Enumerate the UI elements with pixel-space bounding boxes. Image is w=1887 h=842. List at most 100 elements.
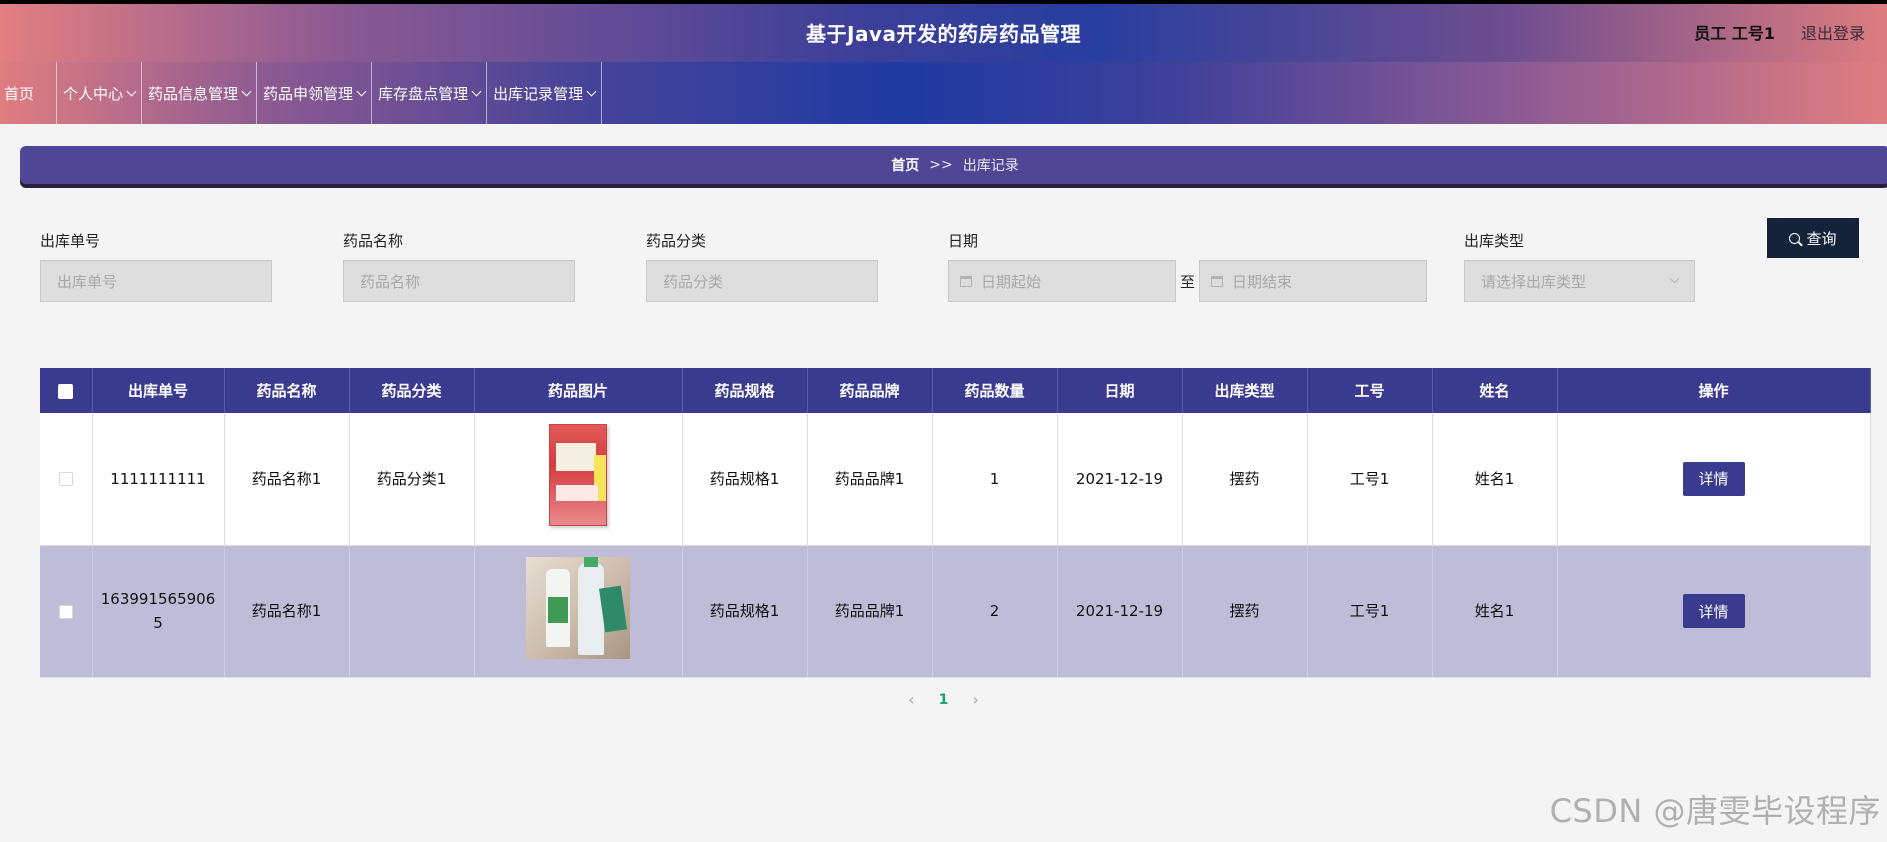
cell-spec: 药品规格1 (682, 413, 808, 546)
detail-button[interactable]: 详情 (1682, 461, 1745, 496)
filter-label: 日期 (948, 232, 979, 250)
date-start-placeholder: 日期起始 (981, 272, 1042, 291)
column-header: 出库单号 (92, 368, 225, 413)
cell-name: 姓名1 (1432, 545, 1558, 678)
nav-label: 库存盘点管理 (378, 84, 469, 103)
row-select-cell[interactable] (40, 545, 93, 678)
date-end-placeholder: 日期结束 (1232, 272, 1293, 291)
cell-date: 2021-12-19 (1057, 413, 1183, 546)
cell-type: 摆药 (1182, 545, 1308, 678)
cell-order-no: 1111111111 (92, 413, 225, 546)
user-area: 员工 工号1 退出登录 (1694, 20, 1865, 44)
date-range-separator: 至 (1180, 272, 1196, 291)
column-header: 出库类型 (1182, 368, 1308, 413)
cell-emp-no: 工号1 (1307, 413, 1433, 546)
cell-drug-name: 药品名称1 (224, 413, 350, 546)
chevron-down-icon (471, 86, 482, 96)
column-header: 日期 (1057, 368, 1183, 413)
column-header: 药品图片 (474, 368, 683, 413)
filter-order-no: 出库单号 出库单号 (40, 230, 272, 302)
outbound-records-table: 出库单号 药品名称 药品分类 药品图片 药品规格 药品品牌 药品数量 日期 出库… (40, 368, 1871, 678)
user-label: 员工 工号1 (1694, 24, 1775, 43)
nav-drug-requisition[interactable]: 药品申领管理 (257, 62, 373, 124)
column-header: 姓名 (1432, 368, 1558, 413)
column-header: 工号 (1307, 368, 1433, 413)
main-nav: 首页 个人中心 药品信息管理 药品申领管理 库存盘点管理 出库记录管理 (0, 62, 1887, 124)
logout-link[interactable]: 退出登录 (1801, 20, 1865, 44)
drug-image (526, 556, 630, 659)
nav-label: 药品申领管理 (263, 84, 354, 103)
cell-name: 姓名1 (1432, 413, 1558, 546)
drug-name-input[interactable]: 药品名称 (343, 260, 575, 302)
pagination-prev-icon[interactable]: ‹ (908, 690, 914, 709)
filter-label: 出库类型 (1464, 232, 1525, 250)
chevron-down-icon (1669, 273, 1680, 284)
table-header-row: 出库单号 药品名称 药品分类 药品图片 药品规格 药品品牌 药品数量 日期 出库… (40, 368, 1871, 413)
filter-label: 出库单号 (40, 232, 101, 250)
outbound-type-select[interactable]: 请选择出库类型 (1464, 260, 1695, 302)
cell-brand: 药品品牌1 (807, 413, 933, 546)
table-row: 1111111111 药品名称1 药品分类1 药品规格1 药品品牌1 1 202… (40, 413, 1871, 546)
row-checkbox[interactable] (58, 472, 73, 487)
date-end-input[interactable]: 日期结束 (1199, 260, 1428, 302)
cell-qty: 2 (932, 545, 1058, 678)
row-select-cell[interactable] (40, 413, 93, 546)
row-checkbox[interactable] (58, 604, 73, 619)
filter-label: 药品分类 (646, 232, 707, 250)
detail-button[interactable]: 详情 (1682, 594, 1745, 628)
chevron-down-icon (241, 86, 252, 96)
cell-category (349, 545, 475, 678)
order-no-input[interactable]: 出库单号 (40, 260, 272, 302)
date-start-input[interactable]: 日期起始 (948, 260, 1176, 302)
page: 基于Java开发的药房药品管理 员工 工号1 退出登录 首页 个人中心 药品信息… (0, 0, 1887, 842)
breadcrumb: 首页 >> 出库记录 (20, 146, 1887, 184)
breadcrumb-separator: >> (929, 157, 953, 173)
nav-drug-info[interactable]: 药品信息管理 (142, 62, 258, 124)
pagination: ‹ 1 › (0, 690, 1887, 709)
column-header: 药品规格 (682, 368, 808, 413)
select-all-cell[interactable] (40, 368, 93, 413)
cell-action: 详情 (1557, 413, 1871, 546)
nav-inventory-check[interactable]: 库存盘点管理 (372, 62, 488, 124)
chevron-down-icon (356, 86, 367, 96)
cell-category: 药品分类1 (349, 413, 475, 546)
cell-brand: 药品品牌1 (807, 545, 933, 678)
cell-image (474, 413, 683, 546)
calendar-icon (1211, 276, 1224, 287)
cell-action: 详情 (1557, 545, 1871, 678)
nav-home-label: 首页 (4, 84, 35, 103)
chevron-down-icon (126, 86, 137, 96)
cell-image (474, 545, 683, 678)
column-header: 药品分类 (349, 368, 475, 413)
cell-spec: 药品规格1 (682, 545, 808, 678)
top-header: 基于Java开发的药房药品管理 员工 工号1 退出登录 (0, 0, 1887, 62)
cell-emp-no: 工号1 (1307, 545, 1433, 678)
breadcrumb-current: 出库记录 (962, 158, 1019, 174)
column-header: 操作 (1557, 368, 1871, 413)
filter-drug-category: 药品分类 药品分类 (646, 230, 878, 302)
filter-label: 药品名称 (343, 232, 404, 250)
filter-date: 日期 日期起始 至 日期结束 (948, 230, 1428, 302)
search-button-label: 查询 (1806, 230, 1837, 248)
pagination-page[interactable]: 1 (939, 692, 949, 708)
breadcrumb-home[interactable]: 首页 (891, 155, 919, 175)
column-header: 药品名称 (224, 368, 350, 413)
chevron-down-icon (586, 86, 597, 96)
nav-outbound-records[interactable]: 出库记录管理 (487, 62, 603, 124)
nav-personal-center[interactable]: 个人中心 (57, 62, 143, 124)
filter-outbound-type: 出库类型 请选择出库类型 (1464, 230, 1695, 302)
cell-drug-name: 药品名称1 (224, 545, 350, 678)
drug-image (549, 424, 607, 527)
search-icon (1789, 232, 1801, 244)
pagination-next-icon[interactable]: › (972, 690, 978, 709)
column-header: 药品品牌 (807, 368, 933, 413)
nav-home[interactable]: 首页 (0, 62, 58, 124)
nav-label: 药品信息管理 (148, 84, 239, 103)
date-range: 日期起始 至 日期结束 (948, 260, 1428, 302)
drug-category-input[interactable]: 药品分类 (646, 260, 878, 302)
calendar-icon (960, 276, 972, 287)
cell-qty: 1 (932, 413, 1058, 546)
select-all-checkbox[interactable] (58, 383, 74, 399)
search-button[interactable]: 查询 (1767, 218, 1859, 258)
table-row: 1639915659065 药品名称1 药品规格1 药品品牌1 2 2021-1… (40, 545, 1871, 678)
